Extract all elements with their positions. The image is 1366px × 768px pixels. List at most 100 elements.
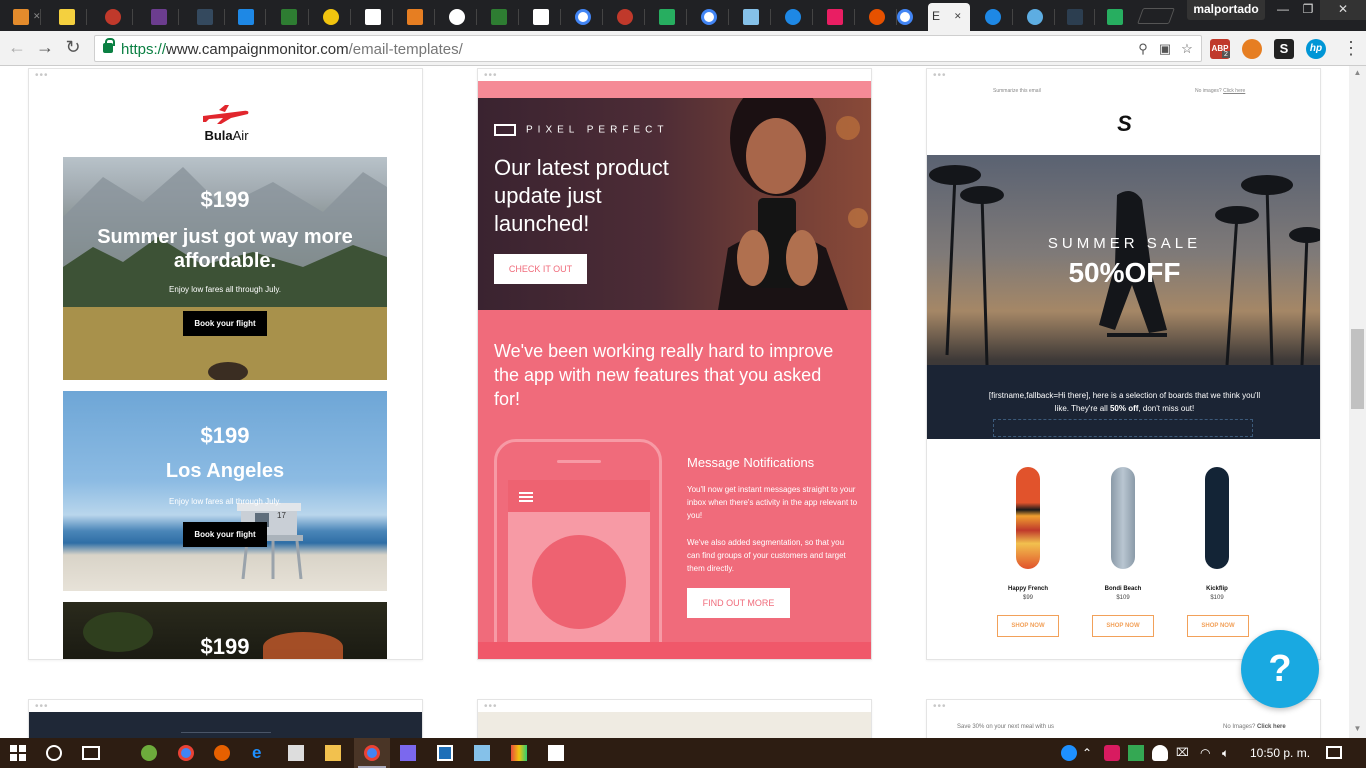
windows-start-icon[interactable] [10, 745, 26, 761]
tray-app-icon[interactable] [1104, 745, 1120, 761]
card-drag-handle[interactable]: ••• [484, 71, 498, 81]
browser-tab[interactable] [972, 3, 1013, 31]
template-card[interactable]: ••• [477, 699, 872, 738]
browser-tab[interactable] [268, 3, 309, 31]
bookmark-star-icon[interactable]: ☆ [1179, 41, 1195, 57]
browser-tab[interactable] [394, 3, 435, 31]
browser-tab[interactable] [436, 3, 477, 31]
browser-tab[interactable] [688, 3, 729, 31]
back-icon[interactable]: ← [6, 37, 28, 59]
card-drag-handle[interactable]: ••• [35, 71, 49, 81]
taskbar-app-icon[interactable] [400, 745, 416, 761]
browser-tab[interactable] [884, 3, 925, 31]
onedrive-icon[interactable] [1152, 745, 1168, 761]
book-flight-button[interactable]: Book your flight [183, 522, 267, 547]
clock[interactable]: 10:50 p. m. [1250, 746, 1310, 760]
browser-tab[interactable] [225, 3, 266, 31]
browser-tab[interactable] [310, 3, 351, 31]
scroll-up-icon[interactable]: ▲ [1353, 68, 1362, 77]
reload-icon[interactable]: ↻ [62, 37, 84, 59]
google-drive-icon[interactable] [1128, 745, 1144, 761]
find-out-more-button[interactable]: FIND OUT MORE [687, 588, 790, 618]
search-cortana-icon[interactable] [46, 745, 62, 761]
browser-tab[interactable] [814, 3, 855, 31]
browser-tab-active[interactable]: E ✕ [928, 3, 970, 31]
close-window-icon[interactable]: ✕ [1320, 0, 1366, 20]
browser-tab[interactable] [46, 3, 87, 31]
restore-icon[interactable]: ❐ [1293, 0, 1323, 20]
tab-close-icon[interactable]: ✕ [954, 11, 962, 22]
volume-icon[interactable]: 🔈︎ [1222, 746, 1229, 761]
shop-now-button[interactable]: SHOP NOW [997, 615, 1059, 637]
new-tab-button[interactable] [1137, 8, 1175, 24]
s-extension-icon[interactable]: S [1274, 39, 1294, 59]
browser-tab[interactable] [352, 3, 393, 31]
browser-menu-icon[interactable]: ⋮ [1342, 37, 1360, 59]
browser-tab[interactable] [562, 3, 603, 31]
store-icon[interactable] [288, 745, 304, 761]
template-card-skate[interactable]: ••• Summarize this email No images? Clic… [926, 68, 1321, 660]
shop-now-button[interactable]: SHOP NOW [1092, 615, 1154, 637]
browser-tab[interactable] [520, 3, 561, 31]
help-tray-icon[interactable] [1061, 745, 1077, 761]
taskbar-app-icon[interactable] [437, 745, 453, 761]
forward-icon[interactable]: → [34, 37, 56, 59]
taskbar-app-icon[interactable] [474, 745, 490, 761]
page-scrollbar[interactable]: ▲ ▼ [1349, 66, 1366, 738]
browser-tab[interactable]: ✕ [0, 3, 41, 31]
profile-button[interactable]: malportado [1187, 0, 1265, 20]
browser-tab[interactable] [604, 3, 645, 31]
click-here-link[interactable]: Click here [1257, 724, 1286, 730]
browser-tab[interactable] [730, 3, 771, 31]
tab-favicon-icon [365, 9, 381, 25]
show-hidden-icons-icon[interactable]: ⌃ [1082, 746, 1092, 760]
url-text[interactable]: https://www.campaignmonitor.com/email-te… [121, 41, 463, 58]
browser-tab[interactable] [184, 3, 225, 31]
hero-title: Summer just got way more affordable. [97, 226, 353, 272]
tab-favicon-icon [617, 9, 633, 25]
mail-icon[interactable] [548, 745, 564, 761]
extension-icon[interactable] [1242, 39, 1262, 59]
chrome-active-icon[interactable] [364, 745, 380, 761]
scroll-down-icon[interactable]: ▼ [1353, 724, 1362, 733]
click-here-link[interactable]: Click here [1223, 88, 1245, 94]
template-card-bula-air[interactable]: ••• BulaAir $199 Summer just got way mor… [28, 68, 423, 660]
address-bar[interactable]: https://www.campaignmonitor.com/email-te… [94, 35, 1202, 62]
help-button[interactable]: ? [1241, 630, 1319, 708]
template-card-pixel-perfect[interactable]: ••• PIXEL PERFECT Our latest product upd… [477, 68, 872, 660]
book-flight-button[interactable]: Book your flight [183, 311, 267, 336]
tab-favicon-icon [407, 9, 423, 25]
taskbar-app-icon[interactable] [141, 745, 157, 761]
translate-icon[interactable]: ▣ [1157, 41, 1173, 57]
browser-tab[interactable] [646, 3, 687, 31]
action-center-icon[interactable] [1326, 746, 1342, 759]
card-drag-handle[interactable]: ••• [933, 702, 947, 712]
hero-title: Los Angeles [165, 460, 285, 482]
scroll-thumb[interactable] [1351, 329, 1364, 409]
taskbar-app-icon[interactable] [511, 745, 527, 761]
browser-tab[interactable] [1094, 3, 1135, 31]
card-drag-handle[interactable]: ••• [35, 702, 49, 712]
input-method-icon[interactable]: ⌧ [1176, 746, 1189, 759]
wifi-icon[interactable]: ◠ [1200, 746, 1210, 760]
hp-extension-icon[interactable]: hp [1306, 39, 1326, 59]
chrome-icon[interactable] [178, 745, 194, 761]
card-drag-handle[interactable]: ••• [933, 71, 947, 81]
browser-tab[interactable] [1054, 3, 1095, 31]
file-explorer-icon[interactable] [325, 745, 341, 761]
product-price: $99 [1022, 595, 1033, 601]
browser-tab[interactable] [772, 3, 813, 31]
shop-now-button[interactable]: SHOP NOW [1187, 615, 1249, 637]
task-view-icon[interactable] [82, 746, 100, 760]
template-card[interactable]: ••• [28, 699, 423, 738]
browser-tab[interactable] [1014, 3, 1055, 31]
browser-tab[interactable] [478, 3, 519, 31]
edge-icon[interactable]: e [252, 744, 268, 761]
card-drag-handle[interactable]: ••• [484, 702, 498, 712]
zoom-icon[interactable]: ⚲ [1135, 41, 1151, 57]
browser-tab[interactable] [138, 3, 179, 31]
template-card[interactable]: ••• Save 30% on your next meal with us N… [926, 699, 1321, 738]
check-it-out-button[interactable]: CHECK IT OUT [494, 254, 587, 284]
browser-tab[interactable] [92, 3, 133, 31]
firefox-icon[interactable] [214, 745, 230, 761]
